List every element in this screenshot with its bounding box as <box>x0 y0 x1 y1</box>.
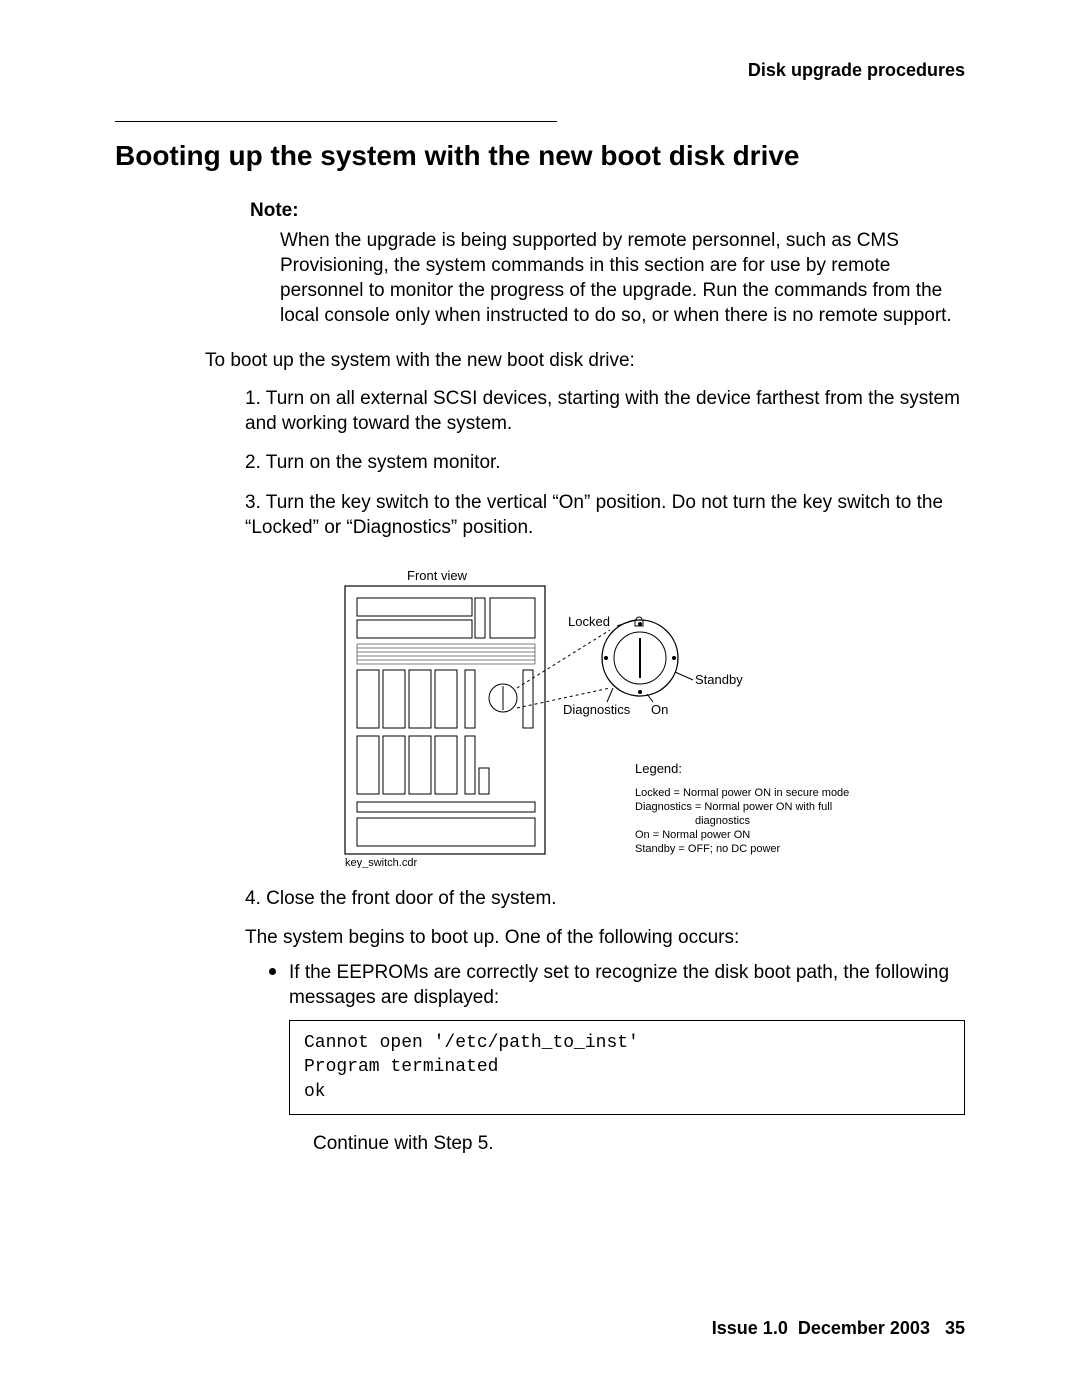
footer-page: 35 <box>945 1318 965 1338</box>
label-diagnostics: Diagnostics <box>563 702 631 717</box>
page-content: Disk upgrade procedures Booting up the s… <box>0 0 1080 1230</box>
note-body: When the upgrade is being supported by r… <box>280 228 965 328</box>
key-switch-figure: Locked Standby Diagnostics On Front view… <box>245 568 965 868</box>
legend-diag: Diagnostics = Normal power ON with full <box>635 801 832 813</box>
header-section: Disk upgrade procedures <box>115 60 965 81</box>
bullet-text: If the EEPROMs are correctly set to reco… <box>289 962 949 1008</box>
step-number: 3. <box>245 492 261 513</box>
step-4-bullets: If the EEPROMs are correctly set to reco… <box>269 960 965 1156</box>
step-text: Turn the key switch to the vertical “On”… <box>245 492 943 538</box>
note-label: Note: <box>250 200 965 222</box>
bullet-eeprom: If the EEPROMs are correctly set to reco… <box>269 960 965 1156</box>
legend-diag2: diagnostics <box>695 815 751 827</box>
label-on: On <box>651 702 668 717</box>
note-block: Note: When the upgrade is being supporte… <box>250 200 965 328</box>
intro-text: To boot up the system with the new boot … <box>205 350 965 372</box>
footer-issue: Issue 1.0 <box>712 1318 788 1338</box>
label-locked: Locked <box>568 614 610 629</box>
key-switch-diagram-icon: Locked Standby Diagnostics On Front view… <box>335 568 875 868</box>
page-title: Booting up the system with the new boot … <box>115 140 965 172</box>
page-footer: Issue 1.0 December 2003 35 <box>712 1318 965 1339</box>
label-standby: Standby <box>695 672 743 687</box>
step-3: 3. Turn the key switch to the vertical “… <box>245 490 965 868</box>
step-1: 1. Turn on all external SCSI devices, st… <box>245 386 965 436</box>
title-rule <box>115 121 557 122</box>
footer-date: December 2003 <box>798 1318 930 1338</box>
steps-list: 1. Turn on all external SCSI devices, st… <box>245 386 965 1156</box>
step-4: 4. Close the front door of the system. T… <box>245 886 965 1156</box>
step-4-sub: The system begins to boot up. One of the… <box>245 925 965 950</box>
step-number: 1. <box>245 388 261 409</box>
continue-text: Continue with Step 5. <box>313 1131 965 1156</box>
legend-standby: Standby = OFF; no DC power <box>635 843 781 855</box>
legend-title: Legend: <box>635 761 682 776</box>
step-number: 2. <box>245 452 261 473</box>
label-front-view: Front view <box>407 568 468 583</box>
legend-on: On = Normal power ON <box>635 829 750 841</box>
step-text: Close the front door of the system. <box>266 888 556 909</box>
step-2: 2. Turn on the system monitor. <box>245 450 965 475</box>
step-number: 4. <box>245 888 261 909</box>
figure-caption: key_switch.cdr <box>345 857 417 868</box>
code-output: Cannot open '/etc/path_to_inst' Program … <box>289 1020 965 1115</box>
step-text: Turn on the system monitor. <box>266 452 501 473</box>
step-text: Turn on all external SCSI devices, start… <box>245 388 960 434</box>
legend-locked: Locked = Normal power ON in secure mode <box>635 787 849 799</box>
